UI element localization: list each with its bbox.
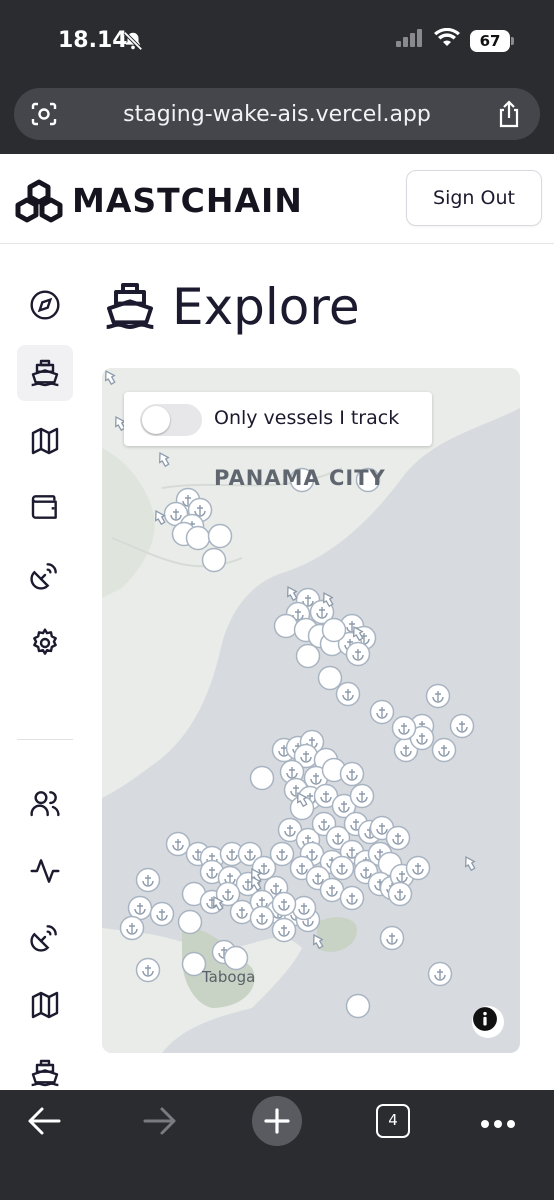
vessel-marker[interactable] xyxy=(317,665,343,691)
sidebar-divider xyxy=(17,739,73,740)
status-bar: 18.14 67 xyxy=(0,0,554,82)
sidebar-item-vessels[interactable] xyxy=(17,345,73,401)
vessel-heading-arrow[interactable] xyxy=(462,855,478,872)
sidebar-item-map[interactable] xyxy=(17,413,73,469)
mastchain-logo-icon xyxy=(14,178,64,229)
sidebar-item-settings[interactable] xyxy=(17,615,73,671)
sidebar-item-stations-2[interactable] xyxy=(17,909,73,965)
track-filter-label: Only vessels I track xyxy=(214,407,400,429)
info-icon xyxy=(473,1007,497,1031)
new-tab-button[interactable] xyxy=(252,1096,302,1146)
satellite-dish-icon xyxy=(30,925,57,952)
page-title: Explore xyxy=(172,278,360,336)
track-filter-card: Only vessels I track xyxy=(124,392,432,446)
status-time: 18.14 xyxy=(58,28,128,53)
vessel-marker[interactable] xyxy=(177,909,203,935)
vessel-marker[interactable] xyxy=(321,617,347,643)
map-icon xyxy=(31,991,59,1019)
activity-icon xyxy=(30,859,60,883)
sidebar-item-stations[interactable] xyxy=(17,547,73,603)
plus-icon xyxy=(264,1108,290,1134)
island-label: Taboga xyxy=(202,968,256,986)
browser-url-area: staging-wake-ais.vercel.app xyxy=(0,82,554,154)
url-bar[interactable]: staging-wake-ais.vercel.app xyxy=(14,88,540,140)
battery-icon: 67 xyxy=(470,29,514,52)
vessel-marker[interactable] xyxy=(201,547,227,573)
city-label: PANAMA CITY xyxy=(214,466,386,490)
forward-arrow-icon[interactable] xyxy=(142,1106,178,1141)
track-filter-toggle[interactable] xyxy=(140,404,202,436)
app-header: MASTCHAIN Sign Out xyxy=(0,154,554,244)
share-icon[interactable] xyxy=(496,100,522,133)
toggle-knob xyxy=(142,406,170,434)
back-arrow-icon[interactable] xyxy=(26,1106,62,1141)
vessel-marker[interactable] xyxy=(273,613,299,639)
brand-name: MASTCHAIN xyxy=(72,181,303,220)
more-options-icon[interactable] xyxy=(480,1116,516,1134)
ship-icon xyxy=(102,278,158,339)
vessel-marker[interactable] xyxy=(295,643,321,669)
bell-muted-icon xyxy=(122,30,144,57)
vessel-marker[interactable] xyxy=(249,765,275,791)
vessel-marker[interactable] xyxy=(223,945,249,971)
cellular-signal-icon xyxy=(396,29,424,52)
sidebar-item-users[interactable] xyxy=(17,775,73,831)
ship-icon xyxy=(31,1059,59,1087)
vessel-map[interactable]: Only vessels I track PANAMA CITY Taboga xyxy=(102,368,520,1053)
ship-icon xyxy=(31,359,59,387)
map-icon xyxy=(31,427,59,455)
sign-out-button[interactable]: Sign Out xyxy=(406,170,542,226)
vessel-marker[interactable] xyxy=(185,525,211,551)
wallet-icon xyxy=(31,495,57,519)
compass-icon xyxy=(30,290,60,320)
users-icon xyxy=(30,791,60,817)
browser-bottom-bar: 4 xyxy=(0,1090,554,1200)
wifi-icon xyxy=(434,27,460,53)
sidebar-item-map-2[interactable] xyxy=(17,977,73,1033)
sidebar-item-wallet[interactable] xyxy=(17,479,73,535)
sidebar-item-explore-compass[interactable] xyxy=(17,277,73,333)
map-info-button[interactable] xyxy=(472,1006,504,1038)
sidebar-item-activity[interactable] xyxy=(17,843,73,899)
vessel-marker[interactable] xyxy=(345,993,371,1019)
url-text: staging-wake-ais.vercel.app xyxy=(123,102,431,127)
vessel-marker[interactable] xyxy=(207,523,233,549)
sidebar xyxy=(0,245,92,1090)
tab-switcher-button[interactable]: 4 xyxy=(376,1104,410,1138)
satellite-dish-icon xyxy=(30,563,57,590)
gear-icon xyxy=(33,628,57,655)
